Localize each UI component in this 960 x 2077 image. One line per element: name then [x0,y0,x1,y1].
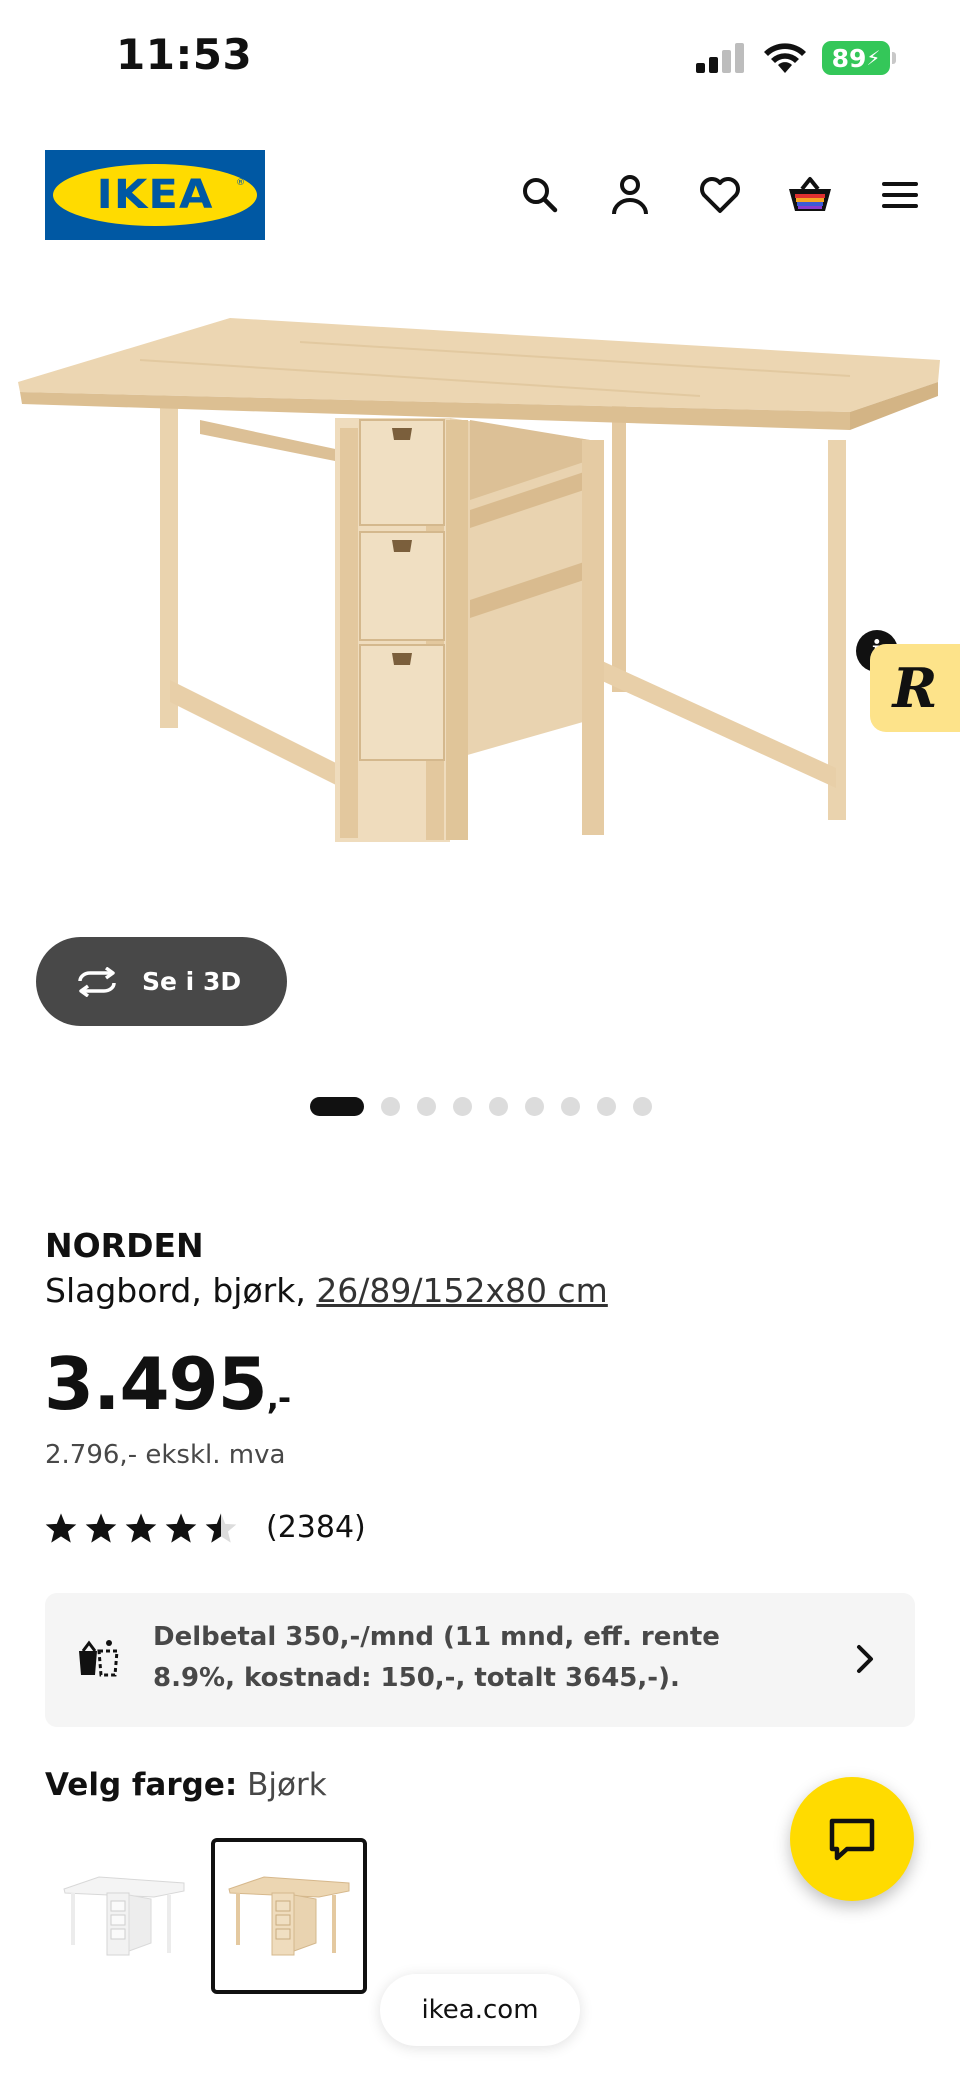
gateleg-table-illustration [18,318,940,842]
rating-stars [44,1512,238,1544]
r-logo-icon: R [892,656,938,720]
chat-bubble-icon [829,1818,875,1861]
account-icon [612,175,648,215]
site-header: IKEA ® [0,150,960,240]
battery-indicator: 89 ⚡ [822,41,896,75]
half-star-icon [205,1512,237,1543]
product-rating[interactable]: (2384) [44,1510,366,1545]
pagination-dot[interactable] [561,1097,580,1116]
product-dimensions-link[interactable]: 26/89/152x80 cm [316,1271,608,1310]
pagination-dot-active[interactable] [310,1097,364,1116]
ikea-logo[interactable]: IKEA ® [45,150,265,240]
cellular-signal-icon [696,43,744,73]
product-price: 3.495,- [44,1342,291,1426]
registered-mark: ® [236,178,245,188]
view-3d-label: Se i 3D [142,967,242,996]
selected-color: Bjørk [247,1767,327,1803]
logo-text: IKEA [96,172,214,218]
pagination-dot[interactable] [453,1097,472,1116]
color-picker-label: Velg farge: Bjørk [45,1767,327,1803]
status-time: 11:53 [116,30,253,79]
price-ex-vat: 2.796,- ekskl. mva [45,1440,286,1470]
star-icon [125,1512,157,1543]
installment-banner[interactable]: Delbetal 350,-/mnd (11 mnd, eff. rente 8… [45,1593,915,1727]
r-extension-badge[interactable]: R [870,644,960,732]
menu-icon [882,182,918,208]
color-swatch-white[interactable] [46,1838,202,1994]
browser-url-bar[interactable]: ikea.com [380,1974,580,2046]
color-label-title: Velg farge: [45,1767,238,1803]
header-actions [510,170,930,220]
price-main: 3.495 [44,1342,268,1426]
pagination-dot[interactable] [633,1097,652,1116]
wifi-icon [764,43,806,73]
pagination-dot[interactable] [489,1097,508,1116]
view-3d-button[interactable]: Se i 3D [36,937,287,1026]
browser-url: ikea.com [421,1995,539,2025]
chevron-right-icon [857,1645,873,1673]
product-image[interactable] [0,300,960,920]
charging-bolt-icon: ⚡ [866,46,881,70]
star-icon [45,1512,77,1543]
installment-text: Delbetal 350,-/mnd (11 mnd, eff. rente 8… [153,1622,720,1693]
pagination-dot[interactable] [597,1097,616,1116]
search-icon [523,178,558,213]
basket-icon [789,177,831,211]
star-icon [165,1512,197,1543]
review-count: (2384) [266,1510,366,1545]
white-table-thumbnail [63,1876,185,1956]
rotate-3d-icon [78,966,116,997]
pagination-dot[interactable] [525,1097,544,1116]
pagination-dot[interactable] [417,1097,436,1116]
pagination-dot[interactable] [381,1097,400,1116]
birch-table-thumbnail [228,1876,350,1956]
price-suffix: ,- [266,1379,291,1417]
chat-button[interactable] [790,1777,914,1901]
menu-button[interactable] [870,170,930,220]
favorites-button[interactable] [690,170,750,220]
logo-oval: IKEA ® [53,164,257,226]
star-icon [85,1512,117,1543]
heart-icon [700,177,740,213]
gallery-pagination [310,1097,652,1116]
color-swatch-birch[interactable] [211,1838,367,1994]
status-bar: 11:53 89 ⚡ [0,0,960,112]
product-name: NORDEN [45,1226,204,1265]
product-type: Slagbord, bjørk, [45,1271,317,1310]
status-icons: 89 ⚡ [696,40,896,76]
basket-button[interactable] [780,170,840,220]
search-button[interactable] [510,170,570,220]
battery-level: 89 [831,43,867,73]
installment-payment-icon [79,1640,119,1677]
product-description: Slagbord, bjørk, 26/89/152x80 cm [45,1271,608,1310]
account-button[interactable] [600,170,660,220]
